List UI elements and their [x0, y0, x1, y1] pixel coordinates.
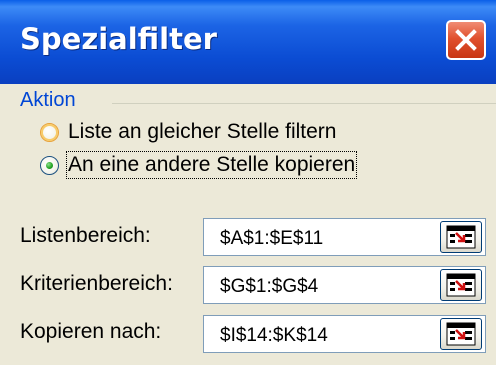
close-button[interactable]	[446, 20, 486, 60]
kopieren-nach-range-button[interactable]	[440, 318, 482, 350]
group-divider	[112, 103, 496, 104]
listenbereich-value: $A$1:$E$11	[220, 228, 324, 249]
kriterienbereich-range-button[interactable]	[440, 269, 482, 301]
group-title-aktion: Aktion	[20, 89, 82, 112]
radio-button[interactable]	[40, 122, 59, 142]
listenbereich-field[interactable]: $A$1:$E$11	[203, 218, 486, 256]
radio-option-filter-in-place[interactable]: Liste an gleicher Stelle filtern	[40, 120, 336, 144]
range-select-icon	[446, 225, 476, 249]
kriterienbereich-field[interactable]: $G$1:$G$4	[203, 266, 486, 304]
kopieren-nach-value: $I$14:$K$14	[220, 325, 328, 346]
radio-selected-dot	[46, 161, 53, 169]
label-listenbereich: Listenbereich:	[20, 224, 151, 247]
range-select-icon	[446, 322, 476, 346]
spezialfilter-dialog: Spezialfilter Aktion Liste an gleicher S…	[0, 0, 496, 365]
radio-label: An eine andere Stelle kopieren	[65, 151, 358, 179]
kopieren-nach-field[interactable]: $I$14:$K$14	[203, 315, 486, 353]
range-select-icon	[446, 273, 476, 297]
radio-label: Liste an gleicher Stelle filtern	[68, 120, 337, 143]
label-kriterienbereich: Kriterienbereich:	[20, 272, 173, 295]
radio-button-selected[interactable]	[40, 155, 59, 175]
close-icon	[455, 29, 477, 51]
dialog-title: Spezialfilter	[20, 22, 217, 56]
label-kopieren-nach: Kopieren nach:	[20, 320, 162, 343]
title-bar[interactable]: Spezialfilter	[0, 0, 496, 84]
radio-option-copy-to-location[interactable]: An eine andere Stelle kopieren	[40, 151, 358, 179]
kriterienbereich-value: $G$1:$G$4	[220, 276, 319, 297]
listenbereich-range-button[interactable]	[440, 221, 482, 253]
